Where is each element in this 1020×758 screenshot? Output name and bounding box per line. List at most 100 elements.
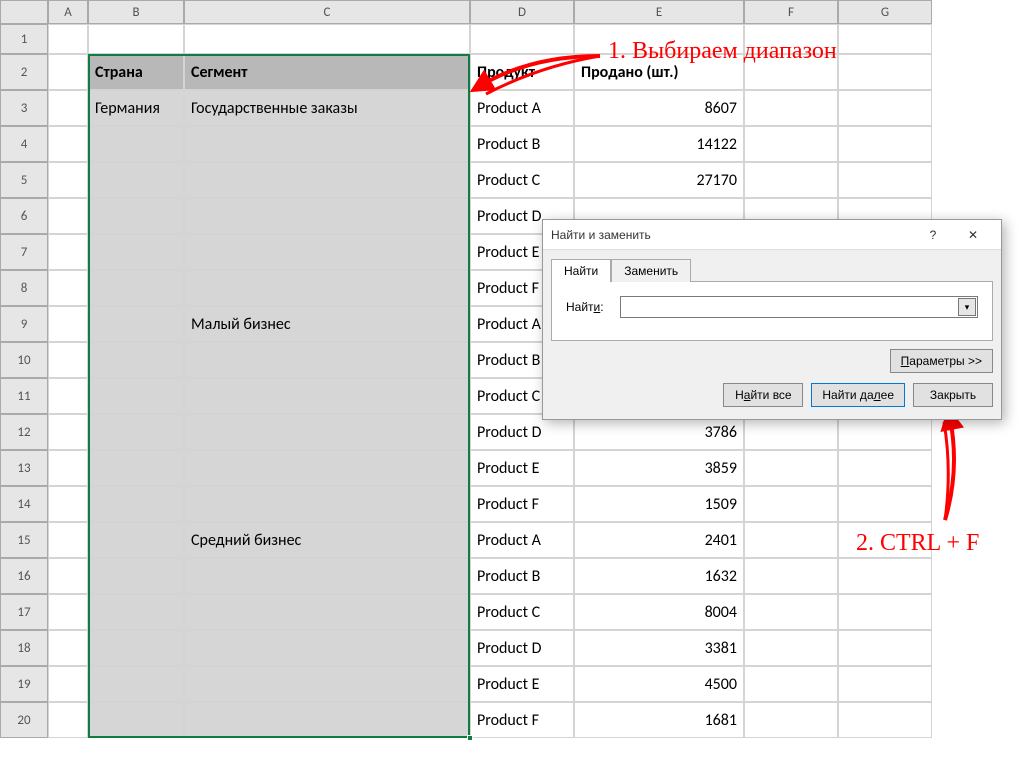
col-header-C[interactable]: C xyxy=(184,0,470,24)
row-header-11[interactable]: 11 xyxy=(0,378,48,414)
cell-E14[interactable]: 1509 xyxy=(574,486,744,522)
cell-D3[interactable]: Product A xyxy=(470,90,574,126)
cell-G18[interactable] xyxy=(838,630,932,666)
cell-C3[interactable]: Государственные заказы xyxy=(184,90,470,126)
cell-F2[interactable] xyxy=(744,54,838,90)
cell-C19[interactable] xyxy=(184,666,470,702)
cell-F18[interactable] xyxy=(744,630,838,666)
select-all-corner[interactable] xyxy=(0,0,48,24)
cell-C9[interactable]: Малый бизнес xyxy=(184,306,470,342)
cell-C18[interactable] xyxy=(184,630,470,666)
cell-G19[interactable] xyxy=(838,666,932,702)
row-header-13[interactable]: 13 xyxy=(0,450,48,486)
cell-F13[interactable] xyxy=(744,450,838,486)
row-header-16[interactable]: 16 xyxy=(0,558,48,594)
row-header-7[interactable]: 7 xyxy=(0,234,48,270)
row-header-18[interactable]: 18 xyxy=(0,630,48,666)
dropdown-icon[interactable]: ▾ xyxy=(958,298,976,316)
cell-C8[interactable] xyxy=(184,270,470,306)
cell-F3[interactable] xyxy=(744,90,838,126)
cell-B4[interactable] xyxy=(88,126,184,162)
col-header-D[interactable]: D xyxy=(470,0,574,24)
cell-A9[interactable] xyxy=(48,306,88,342)
cell-B19[interactable] xyxy=(88,666,184,702)
cell-F15[interactable] xyxy=(744,522,838,558)
col-header-F[interactable]: F xyxy=(744,0,838,24)
cell-B11[interactable] xyxy=(88,378,184,414)
cell-B10[interactable] xyxy=(88,342,184,378)
cell-D4[interactable]: Product B xyxy=(470,126,574,162)
cell-B17[interactable] xyxy=(88,594,184,630)
cell-B14[interactable] xyxy=(88,486,184,522)
cell-D13[interactable]: Product E xyxy=(470,450,574,486)
row-header-1[interactable]: 1 xyxy=(0,24,48,54)
cell-C17[interactable] xyxy=(184,594,470,630)
cell-B12[interactable] xyxy=(88,414,184,450)
dialog-close-icon[interactable]: ✕ xyxy=(953,221,993,249)
cell-A2[interactable] xyxy=(48,54,88,90)
tab-find[interactable]: Найти xyxy=(551,259,611,282)
cell-B9[interactable] xyxy=(88,306,184,342)
cell-E18[interactable]: 3381 xyxy=(574,630,744,666)
cell-D5[interactable]: Product C xyxy=(470,162,574,198)
dialog-help-button[interactable]: ? xyxy=(913,221,953,249)
row-header-3[interactable]: 3 xyxy=(0,90,48,126)
row-header-10[interactable]: 10 xyxy=(0,342,48,378)
cell-A13[interactable] xyxy=(48,450,88,486)
cell-B3[interactable]: Германия xyxy=(88,90,184,126)
cell-G15[interactable] xyxy=(838,522,932,558)
cell-F14[interactable] xyxy=(744,486,838,522)
cell-E2[interactable]: Продано (шт.) xyxy=(574,54,744,90)
cell-A7[interactable] xyxy=(48,234,88,270)
row-header-19[interactable]: 19 xyxy=(0,666,48,702)
cell-E13[interactable]: 3859 xyxy=(574,450,744,486)
cell-B7[interactable] xyxy=(88,234,184,270)
cell-B5[interactable] xyxy=(88,162,184,198)
row-header-17[interactable]: 17 xyxy=(0,594,48,630)
cell-E16[interactable]: 1632 xyxy=(574,558,744,594)
cell-F16[interactable] xyxy=(744,558,838,594)
cell-A5[interactable] xyxy=(48,162,88,198)
cell-C6[interactable] xyxy=(184,198,470,234)
cell-E20[interactable]: 1681 xyxy=(574,702,744,738)
cell-C5[interactable] xyxy=(184,162,470,198)
cell-B1[interactable] xyxy=(88,24,184,54)
cell-C4[interactable] xyxy=(184,126,470,162)
cell-C14[interactable] xyxy=(184,486,470,522)
cell-G3[interactable] xyxy=(838,90,932,126)
cell-A1[interactable] xyxy=(48,24,88,54)
cell-E5[interactable]: 27170 xyxy=(574,162,744,198)
cell-A15[interactable] xyxy=(48,522,88,558)
cell-D14[interactable]: Product F xyxy=(470,486,574,522)
row-header-5[interactable]: 5 xyxy=(0,162,48,198)
col-header-G[interactable]: G xyxy=(838,0,932,24)
cell-F17[interactable] xyxy=(744,594,838,630)
cell-G20[interactable] xyxy=(838,702,932,738)
find-all-button[interactable]: Найти все xyxy=(723,383,803,407)
cell-A3[interactable] xyxy=(48,90,88,126)
close-button[interactable]: Закрыть xyxy=(913,383,993,407)
cell-A8[interactable] xyxy=(48,270,88,306)
cell-B2[interactable]: Страна xyxy=(88,54,184,90)
params-button[interactable]: Параметры >> xyxy=(890,349,993,373)
cell-C13[interactable] xyxy=(184,450,470,486)
row-header-14[interactable]: 14 xyxy=(0,486,48,522)
row-header-15[interactable]: 15 xyxy=(0,522,48,558)
row-header-2[interactable]: 2 xyxy=(0,54,48,90)
cell-E3[interactable]: 8607 xyxy=(574,90,744,126)
cell-D18[interactable]: Product D xyxy=(470,630,574,666)
cell-D1[interactable] xyxy=(470,24,574,54)
selection-fill-handle[interactable] xyxy=(467,735,473,741)
row-header-8[interactable]: 8 xyxy=(0,270,48,306)
cell-C10[interactable] xyxy=(184,342,470,378)
row-header-4[interactable]: 4 xyxy=(0,126,48,162)
cell-B16[interactable] xyxy=(88,558,184,594)
cell-F19[interactable] xyxy=(744,666,838,702)
cell-D20[interactable]: Product F xyxy=(470,702,574,738)
cell-E17[interactable]: 8004 xyxy=(574,594,744,630)
cell-C11[interactable] xyxy=(184,378,470,414)
find-next-button[interactable]: Найти далее xyxy=(811,383,905,407)
cell-B13[interactable] xyxy=(88,450,184,486)
cell-B15[interactable] xyxy=(88,522,184,558)
cell-C15[interactable]: Средний бизнес xyxy=(184,522,470,558)
